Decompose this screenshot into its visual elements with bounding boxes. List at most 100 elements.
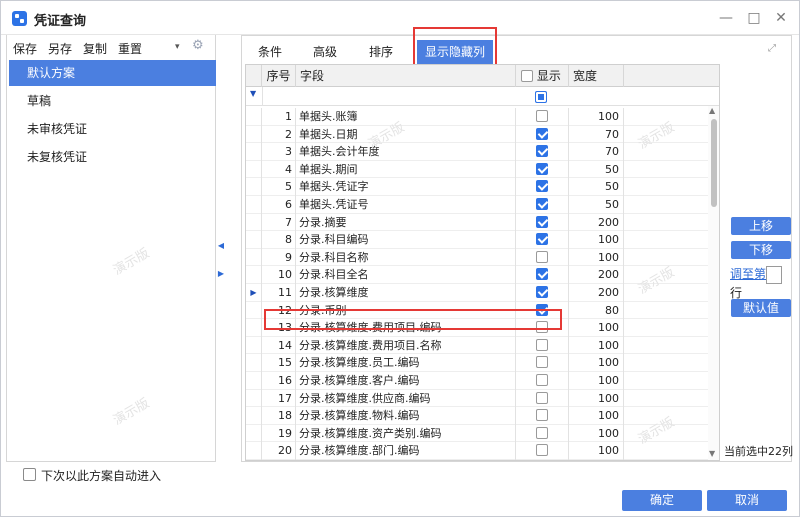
- scrollbar-thumb[interactable]: [711, 119, 717, 207]
- show-checkbox[interactable]: [536, 426, 548, 439]
- row-indicator: [246, 160, 262, 179]
- row-show-cell: [516, 248, 569, 267]
- table-row[interactable]: 14 分录.核算维度.费用项目.名称 100: [246, 336, 719, 355]
- auto-enter-option[interactable]: 下次以此方案自动进入: [23, 467, 161, 483]
- row-width[interactable]: 100: [569, 108, 624, 126]
- table-row[interactable]: 3 单据头.会计年度 70: [246, 143, 719, 161]
- row-width[interactable]: 50: [569, 178, 624, 196]
- table-row[interactable]: 4 单据头.期间 50: [246, 160, 719, 179]
- table-row[interactable]: 8 分录.科目编码 100: [246, 231, 719, 249]
- table-row[interactable]: 9 分录.科目名称 100: [246, 248, 719, 267]
- row-field: 单据头.会计年度: [296, 143, 516, 161]
- row-show-cell: [516, 266, 569, 284]
- table-row[interactable]: 15 分录.核算维度.员工.编码 100: [246, 354, 719, 372]
- row-field: 分录.核算维度.供应商.编码: [296, 389, 516, 408]
- show-checkbox[interactable]: [536, 409, 548, 422]
- gear-icon[interactable]: ⚙: [192, 38, 204, 53]
- filter-icon[interactable]: ▼: [250, 89, 256, 98]
- scroll-up-icon[interactable]: ▲: [709, 106, 715, 115]
- vertical-scrollbar[interactable]: ▲ ▼: [708, 106, 719, 460]
- show-checkbox[interactable]: [536, 215, 548, 228]
- copy-button[interactable]: 复制: [83, 40, 107, 57]
- show-checkbox[interactable]: [536, 374, 548, 386]
- tab-advanced[interactable]: 高级: [305, 40, 345, 64]
- expand-right-icon[interactable]: ▶: [217, 269, 225, 279]
- show-checkbox[interactable]: [536, 198, 548, 210]
- show-checkbox[interactable]: [536, 110, 548, 122]
- tab-conditions[interactable]: 条件: [250, 40, 290, 64]
- row-width[interactable]: 100: [569, 442, 624, 460]
- table-row[interactable]: 16 分录.核算维度.客户.编码 100: [246, 372, 719, 390]
- row-width[interactable]: 100: [569, 354, 624, 372]
- show-checkbox[interactable]: [536, 145, 548, 158]
- show-all-checkbox[interactable]: [521, 69, 533, 82]
- row-width[interactable]: 100: [569, 424, 624, 443]
- row-width[interactable]: 70: [569, 125, 624, 144]
- move-up-button[interactable]: 上移: [731, 217, 791, 235]
- show-checkbox[interactable]: [536, 356, 548, 369]
- show-checkbox[interactable]: [536, 250, 548, 263]
- filter-show-checkbox[interactable]: [535, 90, 547, 104]
- row-width[interactable]: 70: [569, 143, 624, 161]
- scheme-item-draft[interactable]: 草稿: [9, 88, 216, 114]
- table-row[interactable]: 2 单据头.日期 70: [246, 125, 719, 144]
- table-row[interactable]: 17 分录.核算维度.供应商.编码 100: [246, 389, 719, 408]
- show-checkbox[interactable]: [536, 338, 548, 351]
- jump-row-input[interactable]: [766, 265, 783, 284]
- show-checkbox[interactable]: [536, 127, 548, 140]
- reset-button[interactable]: 重置: [118, 40, 142, 57]
- row-field: 单据头.日期: [296, 125, 516, 144]
- jump-to-row: 调至第行: [730, 265, 791, 301]
- row-seq: 16: [262, 372, 296, 390]
- table-row[interactable]: 6 单据头.凭证号 50: [246, 196, 719, 214]
- table-row[interactable]: 1 单据头.账簿 100: [246, 108, 719, 126]
- row-width[interactable]: 100: [569, 231, 624, 249]
- row-width[interactable]: 100: [569, 248, 624, 267]
- maximize-icon[interactable]: □: [746, 10, 762, 26]
- tab-sort[interactable]: 排序: [361, 40, 401, 64]
- auto-enter-checkbox[interactable]: [23, 468, 36, 481]
- close-icon[interactable]: ✕: [773, 10, 789, 26]
- row-width[interactable]: 50: [569, 160, 624, 179]
- show-checkbox[interactable]: [536, 286, 548, 298]
- row-width[interactable]: 100: [569, 372, 624, 390]
- table-row[interactable]: 19 分录.核算维度.资产类别.编码 100: [246, 424, 719, 443]
- row-width[interactable]: 200: [569, 266, 624, 284]
- scheme-item-unreviewed[interactable]: 未复核凭证: [9, 144, 216, 170]
- collapse-left-icon[interactable]: ◀: [217, 241, 225, 251]
- table-row[interactable]: 18 分录.核算维度.物料.编码 100: [246, 407, 719, 425]
- cancel-button[interactable]: 取消: [707, 490, 787, 511]
- show-checkbox[interactable]: [536, 444, 548, 457]
- show-checkbox[interactable]: [536, 268, 548, 281]
- show-checkbox[interactable]: [536, 162, 548, 175]
- row-width[interactable]: 200: [569, 284, 624, 302]
- table-row[interactable]: 5 单据头.凭证字 50: [246, 178, 719, 196]
- row-width[interactable]: 50: [569, 196, 624, 214]
- jump-to-link[interactable]: 调至第: [730, 267, 766, 281]
- scheme-item-unaudited[interactable]: 未审核凭证: [9, 116, 216, 142]
- save-button[interactable]: 保存: [13, 40, 37, 57]
- show-checkbox[interactable]: [536, 180, 548, 193]
- scheme-item-default[interactable]: 默认方案: [9, 60, 216, 86]
- scroll-down-icon[interactable]: ▼: [709, 449, 715, 458]
- row-width[interactable]: 100: [569, 336, 624, 355]
- dropdown-icon[interactable]: ▾: [175, 42, 180, 52]
- show-checkbox[interactable]: [536, 391, 548, 404]
- table-row[interactable]: 20 分录.核算维度.部门.编码 100: [246, 442, 719, 460]
- row-width[interactable]: 100: [569, 319, 624, 337]
- row-width[interactable]: 200: [569, 213, 624, 232]
- expand-icon[interactable]: ⤢: [768, 43, 780, 55]
- row-width[interactable]: 100: [569, 407, 624, 425]
- row-indicator: [246, 143, 262, 161]
- move-down-button[interactable]: 下移: [731, 241, 791, 259]
- minimize-icon[interactable]: —: [718, 10, 734, 26]
- ok-button[interactable]: 确定: [622, 490, 702, 511]
- row-width[interactable]: 80: [569, 301, 624, 320]
- show-checkbox[interactable]: [536, 233, 548, 246]
- table-row[interactable]: 10 分录.科目全名 200: [246, 266, 719, 284]
- row-width[interactable]: 100: [569, 389, 624, 408]
- save-as-button[interactable]: 另存: [48, 40, 72, 57]
- table-row[interactable]: 7 分录.摘要 200: [246, 213, 719, 232]
- table-row[interactable]: ▶ 11 分录.核算维度 200: [246, 284, 719, 302]
- default-value-button[interactable]: 默认值: [731, 299, 791, 317]
